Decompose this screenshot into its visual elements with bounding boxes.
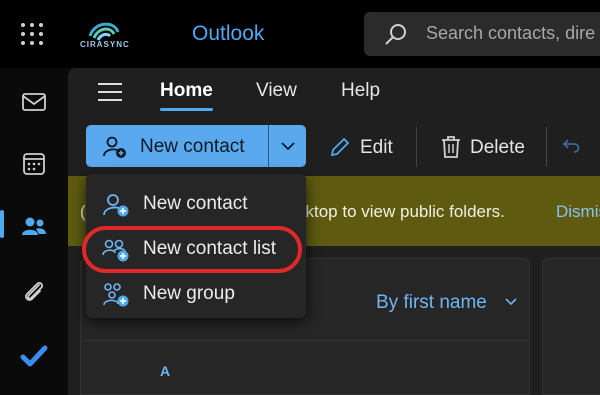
tab-help[interactable]: Help [341, 80, 380, 102]
highlight-annotation [82, 226, 302, 273]
rail-active-indicator [0, 210, 4, 238]
new-contact-dropdown-button[interactable] [268, 125, 306, 167]
menu-item-label: New contact [143, 193, 248, 214]
tab-view[interactable]: View [256, 80, 297, 102]
search-input[interactable]: Search contacts, dire [426, 23, 595, 44]
group-add-icon [103, 283, 129, 307]
delete-button[interactable]: Delete [440, 125, 530, 167]
edit-button[interactable]: Edit [328, 125, 398, 167]
person-add-icon [103, 194, 129, 217]
logo-text: CIRASYNC [80, 40, 130, 49]
tab-home[interactable]: Home [160, 80, 213, 102]
ribbon-divider [416, 127, 417, 167]
menu-item-new-group[interactable]: New group [86, 273, 306, 317]
sort-dropdown[interactable]: By first name [376, 292, 487, 314]
chevron-down-icon [281, 142, 295, 151]
person-add-icon [103, 136, 126, 158]
menu-item-label: New group [143, 283, 235, 304]
list-divider [82, 340, 528, 341]
attachment-icon[interactable] [18, 276, 50, 308]
search-icon [385, 24, 406, 45]
todo-check-icon[interactable] [18, 340, 50, 372]
banner-dismiss-link[interactable]: Dismis [556, 202, 600, 222]
delete-label: Delete [470, 137, 525, 158]
menu-item-new-contact[interactable]: New contact [86, 183, 306, 227]
people-icon[interactable] [18, 210, 50, 242]
pencil-icon [330, 137, 350, 157]
calendar-icon[interactable] [18, 148, 50, 180]
ribbon-divider [546, 127, 547, 167]
new-contact-button[interactable]: New contact [86, 125, 268, 167]
new-contact-label: New contact [140, 136, 245, 157]
section-letter: A [160, 363, 171, 379]
banner-text-start: ( [80, 202, 86, 221]
app-launcher-icon[interactable] [20, 22, 46, 48]
app-title[interactable]: Outlook [192, 22, 264, 46]
edit-label: Edit [360, 137, 393, 158]
hamburger-menu-icon[interactable] [98, 82, 124, 102]
undo-icon[interactable] [562, 137, 582, 155]
reading-pane [542, 258, 600, 395]
tab-home-underline [160, 108, 213, 111]
banner-text: sktop to view public folders. [297, 202, 505, 221]
chevron-down-icon[interactable] [504, 296, 518, 308]
trash-icon [442, 136, 460, 158]
search-box[interactable]: Search contacts, dire [364, 12, 600, 56]
mail-icon[interactable] [18, 86, 50, 118]
